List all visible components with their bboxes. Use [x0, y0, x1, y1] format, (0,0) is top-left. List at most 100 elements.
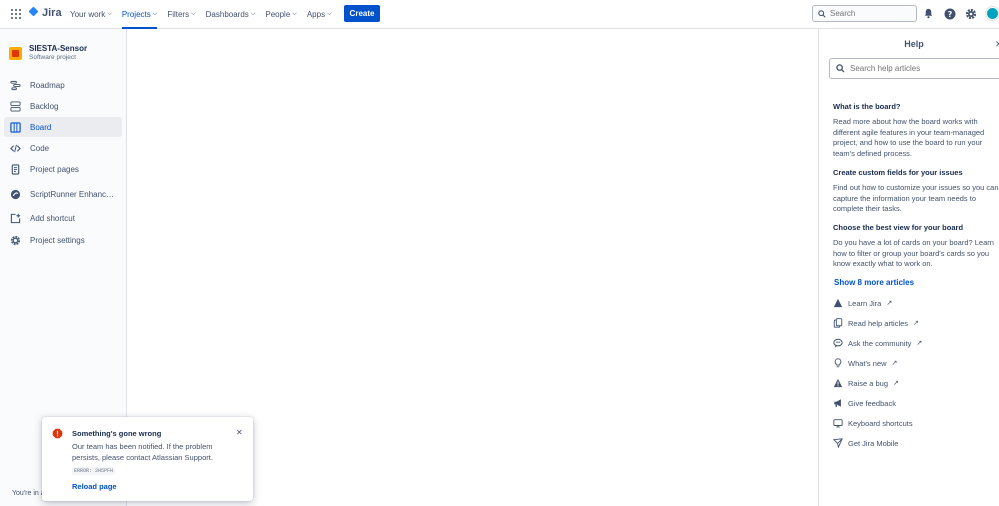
keyboard-icon [833, 419, 843, 428]
help-link-label: Ask the community [848, 338, 912, 348]
error-icon [52, 428, 63, 439]
external-link-icon: ↗ [916, 340, 923, 347]
external-link-icon: ↗ [886, 300, 893, 307]
help-link-raise-bug[interactable]: Raise a bug ↗ [833, 376, 899, 390]
sidebar-item-scriptrunner[interactable]: ScriptRunner Enhanced... [4, 184, 122, 204]
help-search-input[interactable] [850, 64, 999, 73]
help-link-label: Give feedback [848, 398, 896, 408]
notifications-bell-icon[interactable] [922, 7, 935, 20]
nav-your-work[interactable]: Your work ⌵ [70, 0, 112, 29]
nav-label: Dashboards [205, 10, 249, 19]
help-search[interactable] [829, 58, 999, 79]
toast-message: Our team has been notified. If the probl… [72, 442, 213, 462]
project-avatar [9, 47, 22, 60]
roadmap-icon [10, 80, 21, 90]
user-avatar[interactable] [986, 7, 999, 20]
help-link-label: Read help articles [848, 318, 909, 328]
global-search[interactable] [812, 5, 917, 22]
show-more-articles-link[interactable]: Show 8 more articles [834, 278, 914, 287]
help-link-label: Learn Jira [848, 298, 882, 308]
sidebar-item-label: Project settings [30, 235, 85, 245]
sidebar-item-board[interactable]: Board [4, 117, 122, 137]
sidebar-item-label: Add shortcut [30, 213, 75, 223]
document-icon [833, 318, 843, 328]
nav-label: Apps [306, 10, 326, 19]
search-input[interactable] [830, 9, 910, 18]
nav-dashboards[interactable]: Dashboards ⌵ [206, 0, 256, 29]
sidebar-item-label: Backlog [30, 101, 59, 111]
jira-logo-icon [28, 7, 39, 19]
help-link-label: Keyboard shortcuts [848, 418, 913, 428]
nav-filters[interactable]: Filters ⌵ [167, 0, 195, 29]
sidebar-item-label: ScriptRunner Enhanced... [30, 189, 118, 199]
bug-icon [833, 378, 843, 388]
help-article[interactable]: Choose the best view for your board Do y… [833, 223, 999, 270]
app-switcher-icon[interactable] [11, 9, 21, 19]
chevron-down-icon: ⌵ [250, 11, 256, 17]
sidebar-item-project-pages[interactable]: Project pages [4, 159, 122, 179]
settings-gear-icon[interactable] [964, 7, 977, 20]
nav-apps[interactable]: Apps ⌵ [307, 0, 332, 29]
error-toast: Something's gone wrong ✕ Our team has be… [42, 417, 253, 501]
jira-logo[interactable]: Jira [28, 7, 62, 19]
close-icon[interactable]: ✕ [236, 428, 243, 437]
chevron-down-icon: ⌵ [191, 11, 196, 17]
chevron-down-icon: ⌵ [327, 11, 332, 17]
project-type: Software project [29, 54, 76, 61]
community-icon [833, 338, 843, 348]
board-icon [10, 121, 21, 133]
sidebar-footer-text: You're in a [12, 490, 45, 497]
help-link-label: Get Jira Mobile [848, 438, 899, 448]
error-code: ERROR: 2H5PFH [72, 467, 116, 475]
help-link-whats-new[interactable]: What's new ↗ [833, 356, 897, 370]
help-link-community[interactable]: Ask the community ↗ [833, 336, 922, 350]
help-article[interactable]: What is the board? Read more about how t… [833, 102, 999, 159]
search-icon [836, 64, 845, 73]
help-link-learn-jira[interactable]: Learn Jira ↗ [833, 296, 892, 310]
chevron-down-icon: ⌵ [107, 11, 112, 17]
sidebar-item-add-shortcut[interactable]: Add shortcut [4, 208, 122, 228]
sidebar-item-project-settings[interactable]: Project settings [4, 230, 122, 250]
help-icon[interactable]: ? [943, 7, 956, 20]
search-icon [818, 9, 826, 18]
article-title: Choose the best view for your board [833, 223, 964, 232]
reload-page-link[interactable]: Reload page [72, 482, 117, 491]
add-shortcut-icon [10, 213, 21, 223]
help-panel: Help ✕ What is the board? Read more abou… [818, 29, 999, 506]
megaphone-icon [834, 399, 841, 407]
main-nav: Your work ⌵ Projects ⌵ Filters ⌵ Dashboards… [70, 0, 342, 29]
nav-people[interactable]: People ⌵ [265, 0, 296, 29]
nav-projects[interactable]: Projects ⌵ [121, 0, 158, 29]
help-link-mobile[interactable]: Get Jira Mobile [833, 436, 898, 450]
nav-label: Your work [70, 10, 106, 19]
project-header[interactable]: SIESTA-Sensor Software project [9, 44, 87, 61]
sidebar-item-label: Project pages [30, 164, 79, 174]
help-article[interactable]: Create custom fields for your issues Fin… [833, 168, 999, 215]
nav-label: Filters [167, 10, 190, 19]
sidebar-item-label: Roadmap [30, 80, 65, 90]
sidebar-item-backlog[interactable]: Backlog [4, 96, 122, 116]
scriptrunner-icon [10, 189, 21, 199]
mobile-icon [833, 438, 843, 448]
help-link-label: What's new [848, 358, 887, 368]
close-icon[interactable]: ✕ [995, 39, 999, 50]
external-link-icon: ↗ [891, 360, 898, 367]
help-title: Help [904, 39, 924, 49]
sidebar-item-code[interactable]: Code [4, 138, 122, 158]
help-link-shortcuts[interactable]: Keyboard shortcuts [833, 416, 913, 430]
top-navigation: Jira Your work ⌵ Projects ⌵ Filters ⌵ Dashb… [0, 0, 999, 29]
backlog-icon [10, 100, 21, 112]
code-icon [10, 144, 21, 152]
nav-label: People [265, 10, 291, 19]
external-link-icon: ↗ [913, 320, 919, 327]
toast-title: Something's gone wrong [72, 429, 162, 438]
create-button[interactable]: Create [344, 5, 380, 22]
chevron-down-icon: ⌵ [152, 11, 158, 17]
sidebar-item-roadmap[interactable]: Roadmap [4, 75, 122, 95]
help-link-feedback[interactable]: Give feedback [833, 396, 896, 410]
jira-icon [833, 298, 843, 308]
article-body: Read more about how the board works with… [833, 117, 985, 158]
app-name: Jira [42, 7, 62, 19]
nav-label: Projects [121, 10, 151, 19]
help-link-read-articles[interactable]: Read help articles ↗ [833, 316, 919, 330]
